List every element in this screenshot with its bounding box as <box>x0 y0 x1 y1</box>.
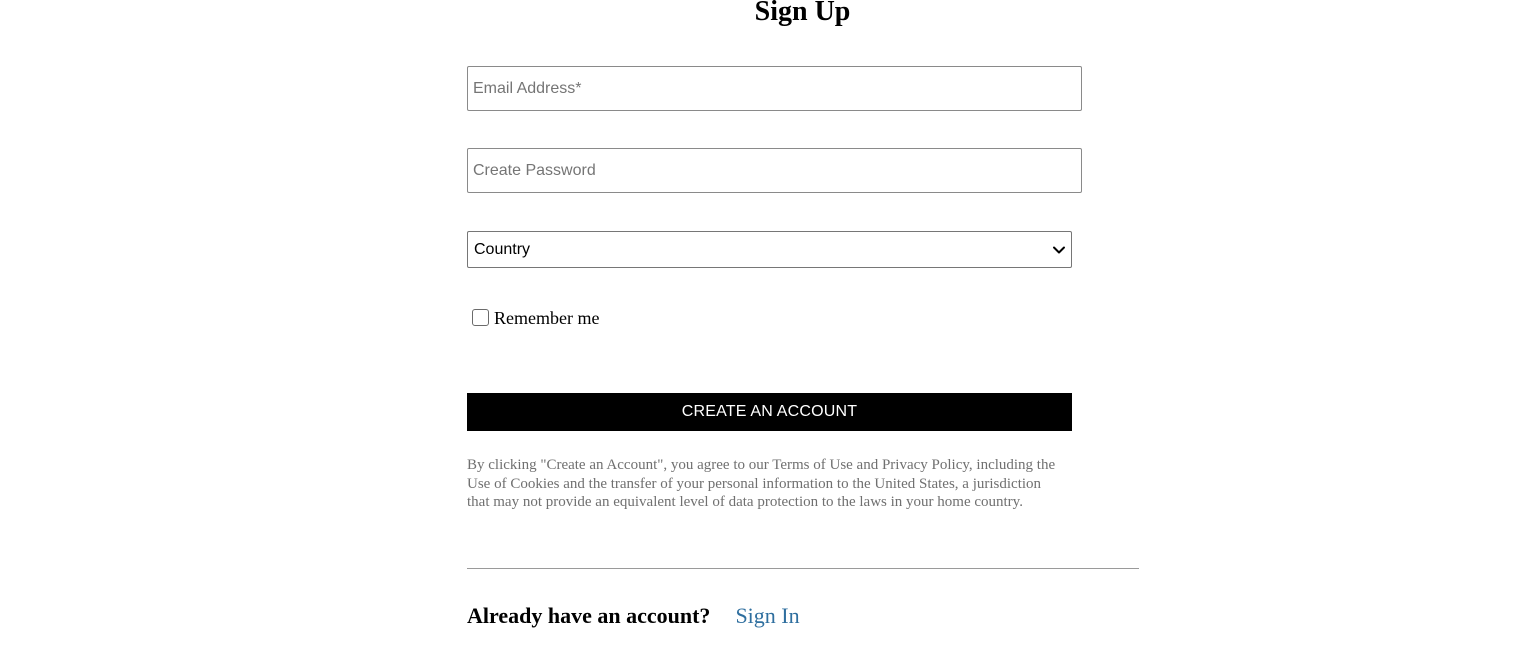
email-field[interactable] <box>467 66 1082 111</box>
remember-me-checkbox[interactable] <box>472 308 489 326</box>
remember-me: Remember me <box>472 305 599 329</box>
create-account-button[interactable]: CREATE AN ACCOUNT <box>467 393 1072 431</box>
signin-row: Already have an account? Sign In <box>467 603 800 629</box>
sign-in-link[interactable]: Sign In <box>735 603 799 629</box>
country-select[interactable]: Country <box>467 231 1072 268</box>
divider <box>467 568 1139 569</box>
password-field[interactable] <box>467 148 1082 193</box>
country-select-value: Country <box>474 241 531 258</box>
page-title: Sign Up <box>754 0 851 27</box>
legal-notice: By clicking "Create an Account", you agr… <box>467 457 1056 511</box>
already-have-account-text: Already have an account? <box>467 603 711 628</box>
chevron-down-icon <box>1053 246 1065 254</box>
remember-me-label: Remember me <box>494 308 600 328</box>
